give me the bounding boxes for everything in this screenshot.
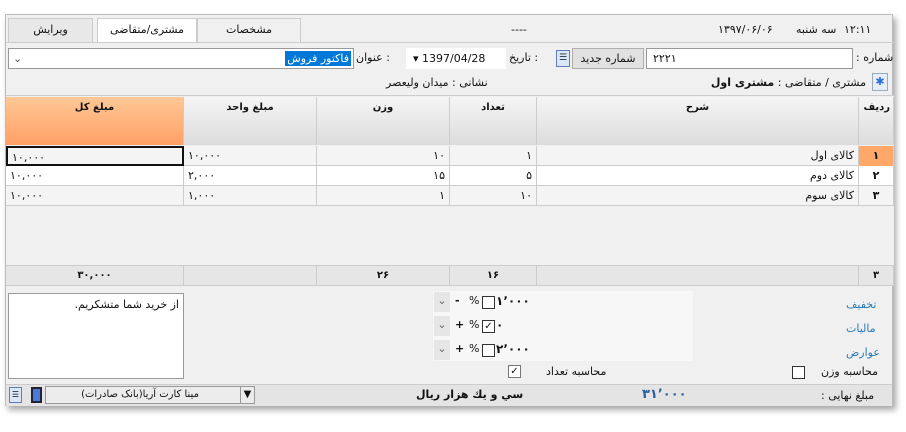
table-row[interactable]: ۱۰,۰۰۰ ۲,۰۰۰ ۱۵ ۵ کالای دوم ۲: [6, 166, 894, 186]
new-number-button[interactable]: شماره جدید: [572, 48, 644, 69]
date-field[interactable]: ▾ 1397/04/28: [406, 48, 506, 69]
footer-total: ۳۰,۰۰۰: [6, 266, 184, 286]
adjustment-label[interactable]: عوارض: [846, 346, 880, 359]
calc-count-label: محاسبه تعداد: [546, 365, 607, 378]
customer-label: مشتری / متقاضی :: [777, 76, 866, 89]
invoice-window: ویرایش مشتری/متقاضی مشخصات ---- ۱۳۹۷/۰۶/…: [5, 14, 894, 406]
col-header-total[interactable]: مبلغ کل: [6, 97, 184, 145]
adjustment-value[interactable]: ۰: [496, 318, 503, 332]
col-header-unit-price[interactable]: مبلغ واحد: [184, 97, 317, 145]
final-amount-label: مبلغ نهایی :: [821, 389, 875, 402]
card-icon: [31, 387, 42, 403]
number-field[interactable]: ۲۲۲۱: [646, 48, 853, 69]
adjustment-label[interactable]: تخفیف: [846, 298, 876, 311]
percent-checkbox[interactable]: ✓: [482, 320, 495, 333]
number-label: شماره :: [856, 51, 894, 64]
adjustment-value[interactable]: ۱٬۰۰۰: [496, 294, 530, 308]
chevron-down-icon: ⌄: [13, 52, 23, 65]
cell-row[interactable]: ۳: [859, 186, 894, 206]
col-header-qty[interactable]: تعداد: [450, 97, 537, 145]
customer-icon[interactable]: ✱: [872, 73, 888, 91]
footer-desc: [537, 266, 859, 286]
tab-customer[interactable]: مشتری/متقاضی: [97, 18, 197, 43]
cell-total[interactable]: ۱۰,۰۰۰: [6, 166, 184, 186]
cell-unit[interactable]: ۱۰,۰۰۰: [184, 146, 317, 166]
tab-divider: [6, 42, 894, 43]
status-dash: ----: [511, 23, 527, 36]
chevron-down-icon[interactable]: ⌄: [434, 292, 450, 312]
col-header-desc[interactable]: شرح: [537, 97, 859, 145]
date-label: تاریخ :: [509, 51, 539, 64]
footer-weight: ۲۶: [317, 266, 450, 286]
footer-row: ۳: [859, 266, 894, 286]
settings-icon[interactable]: ☰: [9, 387, 22, 403]
calc-count-checkbox[interactable]: ✓: [508, 365, 521, 378]
cell-total[interactable]: ۱۰,۰۰۰: [6, 146, 184, 166]
customer-info: مشتری / متقاضی : مشتری اول: [711, 76, 866, 89]
cell-desc[interactable]: کالای اول: [537, 146, 859, 166]
chevron-down-icon[interactable]: ⌄: [434, 340, 450, 360]
tab-edit[interactable]: ویرایش: [8, 18, 93, 42]
chevron-down-icon[interactable]: ⌄: [434, 316, 450, 336]
title-value: فاکتور فروش: [285, 51, 351, 66]
payment-value: مینا کارت آریا(بانک صادرات): [81, 389, 199, 400]
cell-row[interactable]: ۱: [859, 146, 894, 166]
final-amount: ۳۱٬۰۰۰: [642, 387, 687, 402]
current-date: ۱۳۹۷/۰۶/۰۶: [718, 23, 773, 36]
cell-weight[interactable]: ۱۰: [317, 146, 450, 166]
address: نشانی : میدان ولیعصر: [386, 76, 488, 89]
title-label: عنوان :: [356, 51, 390, 64]
cell-total[interactable]: ۱۰,۰۰۰: [6, 186, 184, 206]
percent-symbol: %: [469, 318, 480, 331]
table-row[interactable]: ۱۰,۰۰۰ ۱,۰۰۰ ۱ ۱۰ کالای سوم ۳: [6, 186, 894, 206]
sign-label: -: [455, 294, 460, 307]
cell-qty[interactable]: ۱: [450, 146, 537, 166]
percent-symbol: %: [469, 342, 480, 355]
cell-weight[interactable]: ۱۵: [317, 166, 450, 186]
col-header-weight[interactable]: وزن: [317, 97, 450, 145]
cell-qty[interactable]: ۱۰: [450, 186, 537, 206]
customer-value: مشتری اول: [710, 76, 775, 89]
percent-checkbox[interactable]: [482, 344, 495, 357]
col-header-row[interactable]: ردیف: [859, 97, 894, 145]
current-time: ۱۲:۱۱: [844, 23, 872, 36]
cell-unit[interactable]: ۱,۰۰۰: [184, 186, 317, 206]
weekday: سه شنبه: [796, 23, 837, 36]
cell-row[interactable]: ۲: [859, 166, 894, 186]
cell-desc[interactable]: کالای سوم: [537, 186, 859, 206]
grid-footer: ۳۰,۰۰۰ ۲۶ ۱۶ ۳: [6, 265, 894, 286]
calc-weight-checkbox[interactable]: [792, 366, 805, 379]
table-row[interactable]: ۱۰,۰۰۰ ۱۰,۰۰۰ ۱۰ ۱ کالای اول ۱: [6, 146, 894, 166]
sign-label: +: [455, 318, 465, 331]
date-value: 1397/04/28: [422, 52, 486, 65]
settings-icon[interactable]: ☰: [556, 50, 570, 67]
tab-details[interactable]: مشخصات: [197, 18, 301, 42]
adjustment-value[interactable]: ۲٬۰۰۰: [496, 342, 530, 356]
cell-unit[interactable]: ۲,۰۰۰: [184, 166, 317, 186]
adjustment-label[interactable]: مالیات: [846, 322, 876, 335]
cell-desc[interactable]: کالای دوم: [537, 166, 859, 186]
percent-symbol: %: [469, 294, 480, 307]
number-value: ۲۲۲۱: [653, 52, 677, 65]
sign-label: +: [455, 342, 465, 355]
calc-weight-label: محاسبه وزن: [821, 365, 878, 378]
title-dropdown[interactable]: ⌄ فاکتور فروش: [8, 48, 354, 69]
footer-unit: [184, 266, 317, 286]
payment-dropdown[interactable]: مینا کارت آریا(بانک صادرات) ▼: [45, 386, 255, 404]
dropdown-arrow-icon: ▼: [240, 387, 254, 403]
percent-checkbox[interactable]: [482, 296, 495, 309]
footer-qty: ۱۶: [450, 266, 537, 286]
chevron-down-icon: ▾: [413, 52, 423, 65]
notes-textarea[interactable]: از خرید شما متشکریم.: [8, 293, 184, 379]
cell-qty[interactable]: ۵: [450, 166, 537, 186]
final-amount-words: سي و يك هزار ريال: [416, 388, 524, 401]
cell-weight[interactable]: ۱: [317, 186, 450, 206]
